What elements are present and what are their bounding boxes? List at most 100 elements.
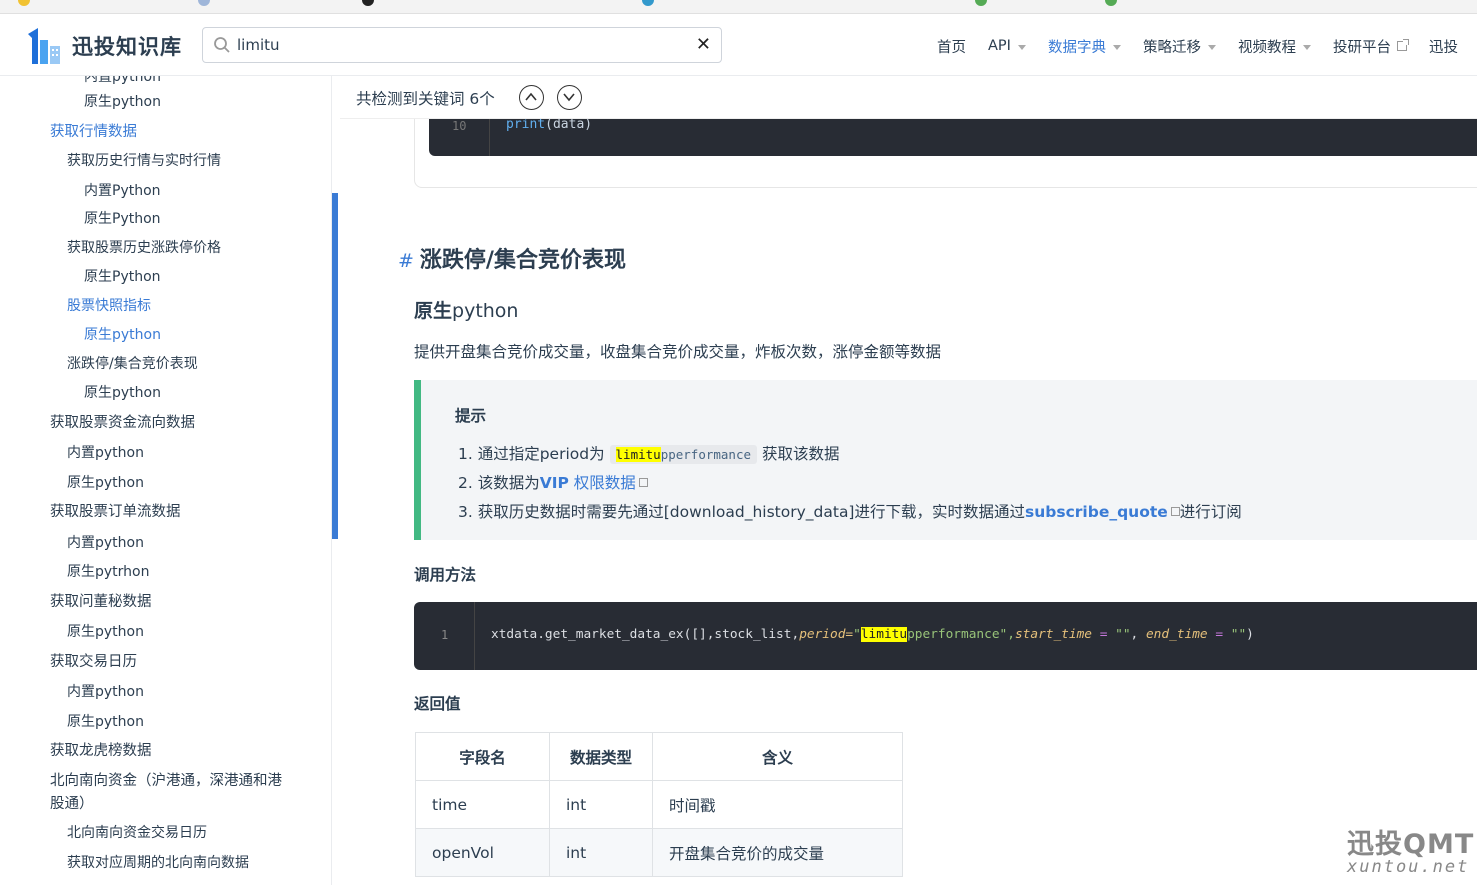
- chevron-down-icon: [1302, 44, 1311, 50]
- sidebar-item[interactable]: 内置Python: [84, 180, 161, 200]
- subscribe-quote-link[interactable]: subscribe_quote: [1025, 503, 1168, 521]
- tab-icon[interactable]: [975, 0, 987, 6]
- prev-match-button[interactable]: [519, 85, 544, 110]
- sidebar-scrollbar[interactable]: [332, 193, 338, 539]
- nav-home[interactable]: 首页: [937, 36, 966, 57]
- call-code-block: 1 xtdata.get_market_data_ex([],stock_lis…: [414, 602, 1477, 670]
- keyword-count: 共检测到关键词 6个: [356, 90, 495, 108]
- nav-label: 视频教程: [1237, 39, 1296, 56]
- table-header-row: 字段名 数据类型 含义: [415, 732, 903, 781]
- nav-video-tutorials[interactable]: 视频教程: [1238, 36, 1311, 57]
- return-value-heading: 返回值: [414, 695, 461, 713]
- tab-icon[interactable]: [1105, 0, 1117, 6]
- sidebar-item[interactable]: 获取对应周期的北向南向数据: [67, 852, 249, 872]
- sidebar-item[interactable]: 获取行情数据: [50, 120, 137, 141]
- sidebar-item[interactable]: 获取股票资金流向数据: [50, 411, 195, 432]
- sidebar-item[interactable]: 获取股票历史涨跌停价格: [67, 237, 221, 257]
- site-title: 迅投知识库: [72, 35, 182, 59]
- search-input[interactable]: [237, 34, 677, 56]
- nav-label: 首页: [937, 39, 966, 56]
- sidebar-item[interactable]: 原生python: [84, 382, 161, 402]
- sidebar-item[interactable]: 原生python: [84, 91, 161, 111]
- subtitle-bold: 原生: [414, 300, 453, 322]
- code-string: pperformance: [907, 627, 1000, 642]
- search-box: ✕: [202, 27, 722, 63]
- sidebar-item[interactable]: 北向南向资金（沪港通，深港通和港: [50, 769, 282, 790]
- vip-permission-link[interactable]: 权限数据: [569, 474, 636, 492]
- search-icon: [213, 36, 231, 58]
- code-quote: ": [853, 627, 861, 642]
- table-cell: openVol: [415, 828, 550, 877]
- external-link-icon: [1170, 507, 1180, 516]
- code-operator: =: [1092, 627, 1116, 642]
- nav-label: 迅投: [1428, 39, 1458, 56]
- sidebar-item[interactable]: 原生python: [67, 472, 144, 492]
- return-value-table: 字段名 数据类型 含义 time int 时间戳 openVol int 开盘集…: [415, 732, 903, 877]
- tip-box: 提示 1. 通过指定period为 limitupperformance 获取该…: [414, 380, 1477, 540]
- external-link-icon: [1396, 39, 1409, 51]
- nav-api[interactable]: API: [988, 38, 1026, 54]
- sidebar-item[interactable]: 原生Python: [84, 208, 161, 228]
- sidebar-item[interactable]: 获取历史行情与实时行情: [67, 150, 221, 170]
- sidebar: 内置python 原生python 获取行情数据 获取历史行情与实时行情 内置P…: [0, 76, 332, 885]
- column-header: 字段名: [415, 732, 550, 781]
- sidebar-item[interactable]: 原生python: [67, 621, 144, 641]
- sidebar-item[interactable]: 获取问董秘数据: [50, 590, 152, 611]
- sidebar-item[interactable]: 原生pytrhon: [67, 561, 149, 581]
- search-highlight: limitu: [615, 447, 661, 462]
- sidebar-item[interactable]: 原生python: [67, 711, 144, 731]
- sidebar-item[interactable]: 内置python: [67, 532, 144, 552]
- tab-icon[interactable]: [642, 0, 654, 6]
- tab-icon[interactable]: [198, 0, 210, 6]
- sidebar-item[interactable]: 获取龙虎榜数据: [50, 739, 152, 760]
- chevron-down-icon: [1112, 44, 1121, 50]
- sidebar-item[interactable]: 北向南向资金交易日历: [67, 822, 207, 842]
- table-cell: 开盘集合竞价的成交量: [652, 828, 903, 877]
- code-line: print(data): [506, 117, 592, 132]
- sidebar-item[interactable]: 内置python: [84, 76, 161, 86]
- nav-data-dictionary[interactable]: 数据字典: [1048, 36, 1121, 57]
- tip-item-3: 3. 获取历史数据时需要先通过[download_history_data]进行…: [458, 500, 1242, 522]
- sidebar-item[interactable]: 股票快照指标: [67, 295, 151, 315]
- table-cell: int: [549, 780, 653, 829]
- column-header: 含义: [652, 732, 903, 781]
- sidebar-item[interactable]: 股通）: [50, 792, 94, 813]
- nav-label: 投研平台: [1332, 39, 1391, 56]
- sidebar-item[interactable]: 内置python: [67, 681, 144, 701]
- next-match-button[interactable]: [557, 85, 582, 110]
- column-header: 数据类型: [549, 732, 653, 781]
- clear-search-icon[interactable]: ✕: [696, 34, 711, 55]
- tip-text: 获取该数据: [761, 445, 840, 463]
- sidebar-item[interactable]: 涨跌停/集合竞价表现: [67, 353, 198, 373]
- watermark: 迅投QMT xuntou.net: [1347, 822, 1474, 877]
- chevron-down-icon: [1207, 44, 1216, 50]
- logo-icon: [24, 26, 64, 66]
- sidebar-item[interactable]: 获取交易日历: [50, 650, 137, 671]
- tab-icon[interactable]: [18, 0, 30, 6]
- subsection-title: 原生python: [414, 296, 518, 323]
- nav-xuntou[interactable]: 迅投: [1429, 36, 1458, 57]
- sidebar-item[interactable]: 获取股票订单流数据: [50, 500, 181, 521]
- site-logo[interactable]: 迅投知识库: [24, 26, 182, 66]
- nav-research-platform[interactable]: 投研平台: [1332, 36, 1409, 57]
- tip-text: 1. 通过指定period为: [458, 445, 605, 463]
- tip-text: 3. 获取历史数据时需要先通过[download_history_data]进行…: [458, 503, 1025, 521]
- nav-strategy-migration[interactable]: 策略迁移: [1143, 36, 1216, 57]
- sidebar-item[interactable]: 内置python: [67, 442, 144, 462]
- sidebar-item[interactable]: 原生python: [84, 324, 161, 344]
- browser-tab-strip: [0, 0, 1477, 14]
- anchor-hash-icon[interactable]: #: [398, 250, 414, 272]
- code-keyword: end_time: [1145, 627, 1208, 642]
- description: 提供开盘集合竞价成交量，收盘集合竞价成交量，炸板次数，涨停金额等数据: [414, 343, 942, 361]
- vip-link-bold[interactable]: VIP: [540, 474, 569, 492]
- code-fn: print: [506, 117, 546, 132]
- chevron-down-icon: [563, 93, 575, 102]
- top-navbar: 迅投知识库 ✕ 首页 API 数据字典 策略迁移 视频教程 投研平台 迅投: [0, 14, 1477, 76]
- table-cell: int: [549, 828, 653, 877]
- sidebar-item[interactable]: 原生Python: [84, 266, 161, 286]
- nav-label: 数据字典: [1047, 39, 1106, 56]
- tab-icon[interactable]: [362, 0, 374, 6]
- code-rest: (data): [545, 117, 593, 132]
- table-cell: time: [415, 780, 550, 829]
- subtitle-rest: python: [452, 300, 519, 322]
